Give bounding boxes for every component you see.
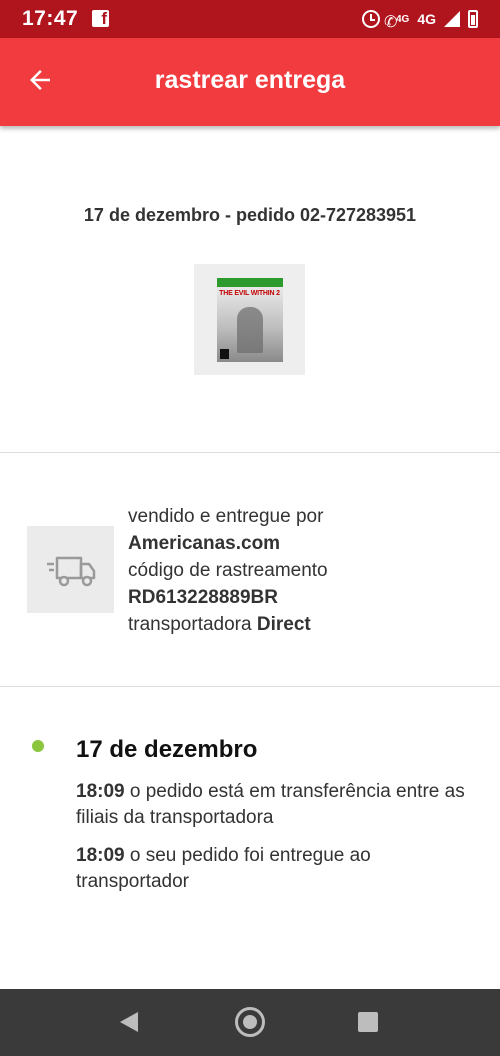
battery-icon (468, 10, 478, 28)
facebook-icon (92, 9, 109, 29)
alarm-icon (361, 10, 380, 28)
status-icons: 4G 4G (361, 8, 478, 31)
nav-recents-icon[interactable] (358, 1012, 378, 1032)
status-time: 17:47 (22, 7, 79, 30)
order-title: 17 de dezembro - pedido 02-727283951 (83, 205, 417, 225)
app-bar: rastrear entrega (0, 38, 500, 126)
nav-back-icon[interactable] (120, 1012, 138, 1032)
cover-title: THE EVIL WITHIN 2 (219, 289, 280, 297)
sold-by-label: vendido e entregue por (128, 506, 324, 527)
network-label: 4G (417, 11, 436, 27)
signal-icon (444, 11, 460, 27)
carrier-name: Direct (256, 614, 311, 635)
tracking-code[interactable]: RD613228889BR (128, 587, 278, 608)
nav-home-icon[interactable] (235, 1007, 265, 1037)
carrier-label: transportadora (128, 614, 252, 635)
tracking-event: 18:09 o seu pedido foi entregue ao trans… (76, 843, 476, 895)
divider (0, 452, 500, 453)
seller-name: Americanas.com (128, 533, 281, 554)
event-time: 18:09 (76, 845, 125, 866)
event-time: 18:09 (76, 781, 125, 802)
page-title: rastrear entrega (154, 66, 346, 94)
divider (0, 686, 500, 687)
tracking-code-label: código de rastreamento (128, 560, 328, 581)
cover-rating-badge (219, 348, 229, 359)
status-bar: 17:47 4G 4G (0, 0, 500, 38)
truck-icon (46, 556, 95, 586)
seller-info: vendido e entregue por Americanas.com có… (128, 503, 328, 638)
event-date: 17 de dezembro (76, 736, 258, 763)
green-dot-icon (32, 740, 44, 752)
tracking-event: 18:09 o pedido está em transferência ent… (76, 779, 476, 831)
event-text: o pedido está em transferência entre as … (76, 781, 465, 828)
call-icon: 4G (384, 12, 409, 31)
game-cover-image: THE EVIL WITHIN 2 (216, 277, 283, 362)
cover-figure (236, 306, 263, 353)
product-thumbnail[interactable]: THE EVIL WITHIN 2 (194, 264, 305, 375)
truck-icon-box (27, 526, 114, 613)
system-nav-bar (0, 989, 500, 1056)
